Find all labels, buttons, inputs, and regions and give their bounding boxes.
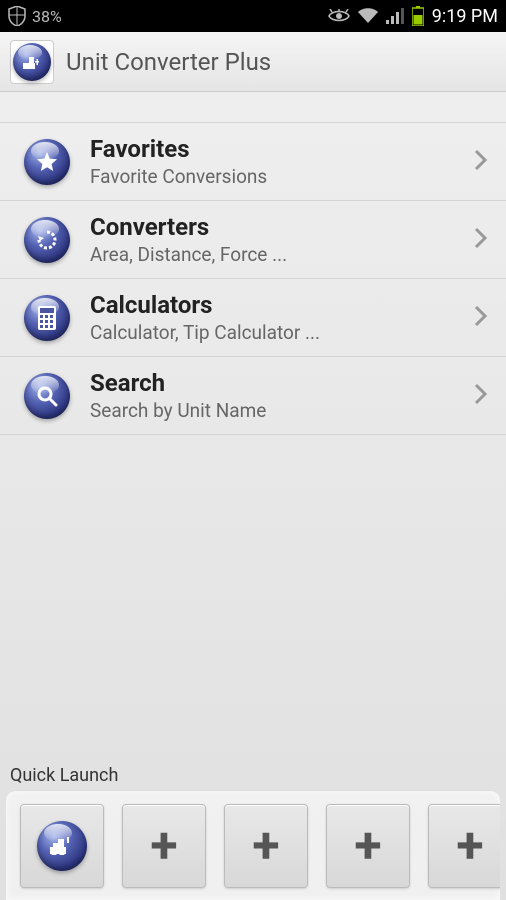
menu-item-title: Favorites bbox=[90, 135, 474, 163]
status-clock: 9:19 PM bbox=[432, 6, 498, 27]
menu-item-subtitle: Search by Unit Name bbox=[90, 399, 474, 422]
menu-item-converters[interactable]: Converters Area, Distance, Force ... bbox=[0, 201, 506, 279]
quick-launch-slot-add[interactable]: + bbox=[428, 804, 500, 888]
plus-icon: + bbox=[354, 821, 381, 871]
search-icon bbox=[22, 371, 72, 421]
chevron-right-icon bbox=[474, 305, 488, 331]
menu-item-calculators[interactable]: Calculators Calculator, Tip Calculator .… bbox=[0, 279, 506, 357]
star-icon bbox=[22, 137, 72, 187]
chevron-right-icon bbox=[474, 149, 488, 175]
action-bar: Unit Converter Plus bbox=[0, 32, 506, 92]
chevron-right-icon bbox=[474, 227, 488, 253]
status-bar: 38% 9:19 PM bbox=[0, 0, 506, 32]
cycle-icon bbox=[22, 215, 72, 265]
menu-item-title: Search bbox=[90, 369, 474, 397]
wifi-icon bbox=[358, 8, 378, 24]
menu-item-subtitle: Area, Distance, Force ... bbox=[90, 243, 474, 266]
quick-launch-slot-add[interactable]: + bbox=[122, 804, 206, 888]
signal-icon bbox=[386, 8, 404, 24]
train-icon bbox=[37, 821, 87, 871]
quick-launch-label: Quick Launch bbox=[0, 765, 506, 786]
calculator-icon bbox=[22, 293, 72, 343]
eye-icon bbox=[328, 9, 350, 23]
menu-item-subtitle: Calculator, Tip Calculator ... bbox=[90, 321, 474, 344]
plus-icon: + bbox=[456, 821, 483, 871]
main-menu-list: Favorites Favorite Conversions Converter… bbox=[0, 122, 506, 435]
battery-icon bbox=[412, 6, 424, 26]
plus-icon: + bbox=[150, 821, 177, 871]
menu-item-subtitle: Favorite Conversions bbox=[90, 165, 474, 188]
menu-item-favorites[interactable]: Favorites Favorite Conversions bbox=[0, 122, 506, 201]
app-title: Unit Converter Plus bbox=[66, 48, 271, 76]
menu-item-title: Calculators bbox=[90, 291, 474, 319]
menu-item-title: Converters bbox=[90, 213, 474, 241]
quick-launch-bar: + + + + bbox=[6, 790, 500, 900]
app-icon bbox=[10, 40, 54, 84]
plus-icon: + bbox=[252, 821, 279, 871]
quick-launch-slot-add[interactable]: + bbox=[224, 804, 308, 888]
quick-launch-slot-app[interactable] bbox=[20, 804, 104, 888]
chevron-right-icon bbox=[474, 383, 488, 409]
quick-launch-slot-add[interactable]: + bbox=[326, 804, 410, 888]
battery-percent-text: 38% bbox=[32, 7, 62, 26]
menu-item-search[interactable]: Search Search by Unit Name bbox=[0, 357, 506, 435]
shield-icon bbox=[8, 6, 26, 26]
